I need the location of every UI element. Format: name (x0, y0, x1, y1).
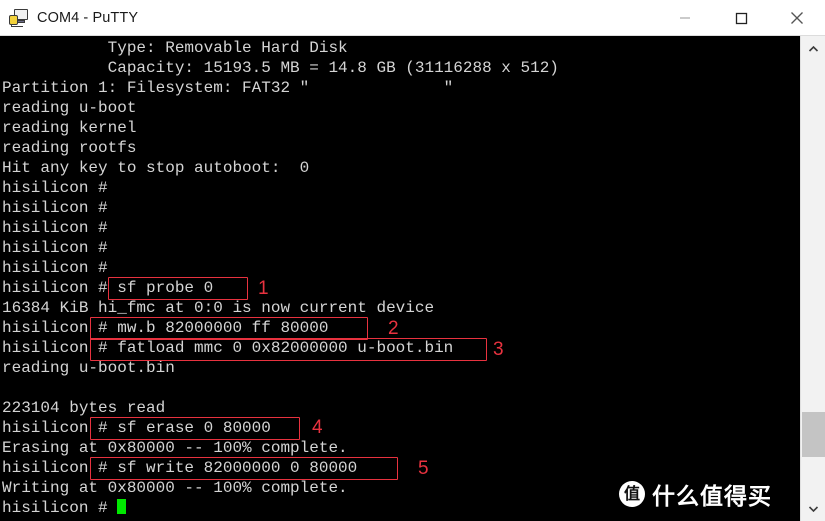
annotation-number: 4 (312, 417, 323, 438)
putty-terminal-icon (9, 8, 29, 28)
chevron-down-icon (808, 505, 819, 512)
window-title: COM4 - PuTTY (37, 9, 139, 26)
terminal-line: hisilicon # mw.b 82000000 ff 80000 (2, 319, 329, 337)
close-icon (791, 12, 803, 24)
minimize-button[interactable] (657, 0, 713, 36)
vertical-scrollbar[interactable] (800, 36, 825, 521)
maximize-icon (735, 12, 747, 24)
minimize-icon (680, 17, 690, 19)
terminal-line: 223104 bytes read (2, 399, 166, 417)
annotation-number: 2 (388, 318, 399, 339)
terminal-line: Partition 1: Filesystem: FAT32 " " (2, 79, 454, 97)
terminal-line: hisilicon # sf probe 0 (2, 279, 214, 297)
chevron-up-icon (808, 45, 819, 52)
scroll-up-button[interactable] (801, 36, 825, 61)
terminal-line: reading u-boot.bin (2, 359, 175, 377)
window-controls (657, 0, 825, 35)
maximize-button[interactable] (713, 0, 769, 36)
terminal-line: hisilicon # (2, 179, 108, 197)
terminal-line: Writing at 0x80000 -- 100% complete. (2, 479, 348, 497)
scroll-down-button[interactable] (801, 496, 825, 521)
terminal-line: hisilicon # (2, 219, 108, 237)
terminal-line: Capacity: 15193.5 MB = 14.8 GB (31116288… (2, 59, 559, 77)
terminal-line: hisilicon # (2, 199, 108, 217)
terminal-line: reading kernel (2, 119, 137, 137)
terminal-line: hisilicon # sf erase 0 80000 (2, 419, 271, 437)
title-bar-left: COM4 - PuTTY (0, 0, 138, 35)
putty-window: COM4 - PuTTY Type: Removable Hard Disk C… (0, 0, 825, 521)
terminal-line: Type: Removable Hard Disk (2, 39, 348, 57)
terminal-line: Erasing at 0x80000 -- 100% complete. (2, 439, 348, 457)
terminal-line: hisilicon # fatload mmc 0 0x82000000 u-b… (2, 339, 454, 357)
title-bar: COM4 - PuTTY (0, 0, 825, 36)
terminal-output[interactable]: Type: Removable Hard Disk Capacity: 1519… (0, 36, 800, 521)
close-button[interactable] (769, 0, 825, 36)
terminal-line: Hit any key to stop autoboot: 0 (2, 159, 310, 177)
terminal-line-list: Type: Removable Hard Disk Capacity: 1519… (2, 38, 800, 518)
terminal-line: hisilicon # (2, 498, 800, 518)
annotation-number: 3 (493, 339, 504, 360)
terminal-line: reading rootfs (2, 139, 137, 157)
scrollbar-track[interactable] (801, 61, 825, 496)
terminal-line: hisilicon # sf write 82000000 0 80000 (2, 459, 358, 477)
annotation-number: 1 (258, 278, 269, 299)
scrollbar-thumb[interactable] (802, 412, 825, 457)
terminal-cursor (117, 499, 127, 514)
terminal-line: hisilicon # (2, 259, 108, 277)
terminal-line: 16384 KiB hi_fmc at 0:0 is now current d… (2, 299, 435, 317)
annotation-number: 5 (418, 458, 429, 479)
terminal-line: reading u-boot (2, 99, 137, 117)
terminal-line: hisilicon # (2, 239, 108, 257)
